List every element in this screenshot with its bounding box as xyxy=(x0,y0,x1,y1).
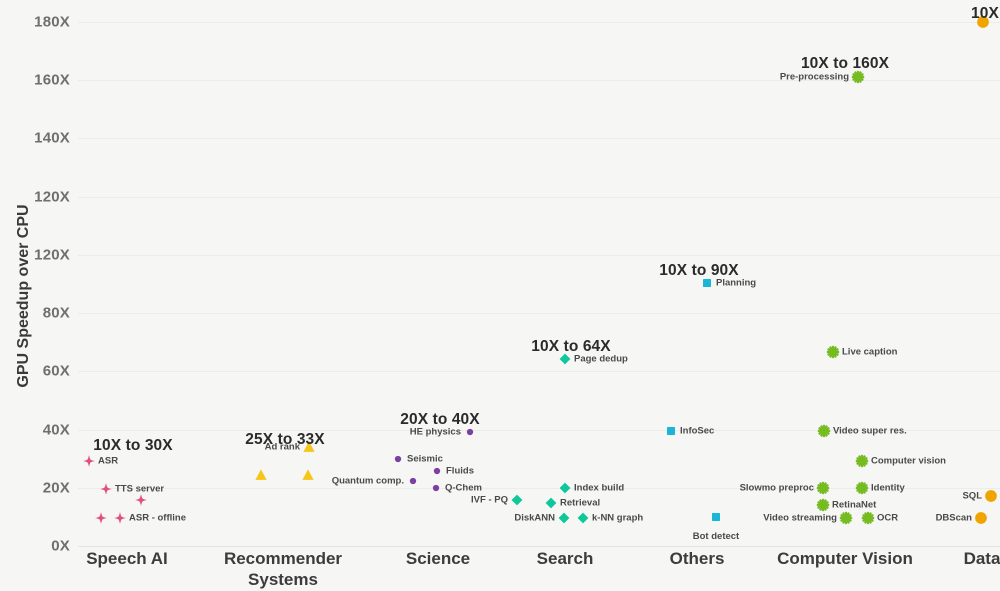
gridline xyxy=(78,313,1000,315)
triangle-marker-icon xyxy=(254,468,268,482)
6-point-star-marker-icon xyxy=(839,511,853,525)
data-point-label: Index build xyxy=(574,482,625,494)
6-point-star-marker-icon xyxy=(816,498,830,512)
data-point-label: Fluids xyxy=(446,465,474,477)
6-point-star-marker-icon xyxy=(861,511,875,525)
4-point-star-marker-icon xyxy=(83,455,96,468)
axis-baseline xyxy=(78,546,1000,547)
gridline xyxy=(78,22,1000,23)
dot-marker-icon xyxy=(432,484,440,492)
data-point-label: Computer vision xyxy=(871,455,946,467)
data-point-label: Video streaming xyxy=(763,512,837,524)
gridline xyxy=(78,254,1000,256)
6-point-star-marker-icon xyxy=(855,481,869,495)
dot-large-marker-icon xyxy=(985,490,998,503)
cluster-range-label: 10X to 90X xyxy=(659,262,739,279)
y-axis-tick-label: 160X xyxy=(34,71,70,89)
dot-large-marker-icon xyxy=(975,512,988,525)
dot-marker-icon xyxy=(466,428,474,436)
triangle-marker-icon xyxy=(301,468,315,482)
x-axis-category-label: Speech AI xyxy=(86,549,168,568)
diamond-marker-icon xyxy=(511,494,523,506)
y-axis-tick-label: 20X xyxy=(42,479,70,497)
gpu-speedup-scatter-chart: GPU Speedup over CPU ASR TTS server ASR - … xyxy=(0,0,1000,591)
data-point-label: SQL xyxy=(962,490,982,502)
gridline xyxy=(78,371,1000,373)
4-point-star-marker-icon xyxy=(100,483,113,496)
cluster-range-label: 10X to 160X xyxy=(800,55,890,72)
data-point-label: Quantum comp. xyxy=(331,475,404,487)
square-marker-icon xyxy=(711,512,721,522)
cluster-range-label: 10X to 64X xyxy=(531,338,611,355)
data-point-label: RetinaNet xyxy=(832,499,877,511)
data-point-label: Bot detect xyxy=(692,531,740,542)
cluster-range-label: 25X to 33X xyxy=(245,431,325,448)
x-axis-category-label: Science xyxy=(405,549,471,568)
6-point-star-marker-icon xyxy=(826,345,840,359)
y-axis-tick-label: 140X xyxy=(34,129,70,147)
4-point-star-marker-icon xyxy=(135,494,148,507)
square-marker-icon xyxy=(666,426,676,436)
data-point-label: DiskANN xyxy=(514,512,555,524)
x-axis-category-label: Data xyxy=(963,549,1000,568)
x-axis-category-label: Search xyxy=(536,549,594,568)
data-point-label: Identity xyxy=(871,482,905,494)
data-point-label: Retrieval xyxy=(560,497,601,509)
cluster-range-label: 10X to 30X xyxy=(93,437,173,454)
data-point-label: ASR xyxy=(98,455,119,467)
y-axis-tick-label: 180X xyxy=(34,13,70,31)
data-point-label: Video super res. xyxy=(833,425,907,437)
data-point-label: k-NN graph xyxy=(592,512,644,524)
data-point-label: OCR xyxy=(877,512,899,524)
dot-marker-icon xyxy=(433,467,441,475)
data-point-label: InfoSec xyxy=(680,425,715,437)
data-point-label: DBScan xyxy=(935,512,972,524)
6-point-star-marker-icon xyxy=(855,454,869,468)
y-axis-tick-label: 0X xyxy=(51,537,70,555)
diamond-marker-icon xyxy=(577,512,589,524)
y-axis-tick-label: 40X xyxy=(42,421,70,439)
diamond-marker-icon xyxy=(559,482,571,494)
y-axis-tick-label: 120X xyxy=(34,246,70,264)
cluster-range-label: 10X xyxy=(971,5,999,22)
6-point-star-marker-icon xyxy=(817,424,831,438)
y-axis-tick-label: 120X xyxy=(34,188,70,206)
x-axis-category-label: Others xyxy=(669,549,725,568)
data-point-label: Seismic xyxy=(407,453,443,465)
4-point-star-marker-icon xyxy=(95,512,108,525)
plot-area: ASR TTS server ASR - offline Ad rank HE phys… xyxy=(78,0,1000,547)
x-axis-category-label: Recommender Systems xyxy=(223,549,343,589)
6-point-star-marker-icon xyxy=(816,481,830,495)
cluster-range-label: 20X to 40X xyxy=(400,411,480,428)
data-point-label: ASR - offline xyxy=(129,512,186,524)
data-point-label: Live caption xyxy=(842,346,898,358)
4-point-star-marker-icon xyxy=(114,512,127,525)
y-axis-tick-label: 80X xyxy=(42,304,70,322)
data-point-label: IVF - PQ xyxy=(471,494,508,506)
dot-marker-icon xyxy=(409,477,417,485)
data-point-label: Pre-processing xyxy=(779,71,849,83)
diamond-marker-icon xyxy=(545,497,557,509)
data-point-label: Slowmo preproc xyxy=(739,482,814,494)
y-axis-tick-label: 60X xyxy=(42,362,70,380)
gridline xyxy=(78,138,1000,140)
diamond-marker-icon xyxy=(558,512,570,524)
dot-marker-icon xyxy=(394,455,402,463)
gridline xyxy=(78,196,1000,198)
x-axis-category-label: Computer Vision xyxy=(777,549,913,568)
data-point-label: Q-Chem xyxy=(445,482,482,494)
